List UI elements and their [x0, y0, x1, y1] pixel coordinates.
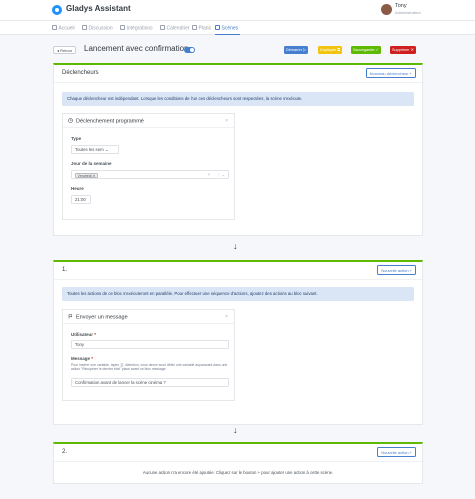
duplicate-button[interactable]: Dupliquer ⧉ — [318, 46, 343, 54]
block-title-text: Déclenchement programmé — [76, 118, 144, 125]
nav-item-home[interactable]: Accueil — [52, 25, 75, 32]
weekday-select[interactable]: Vendredi ✕ × | ⌄ — [71, 170, 229, 179]
nav-item-maps[interactable]: Plans — [192, 25, 211, 32]
message-input[interactable]: Confirmation avant de lancer la scène ci… — [71, 378, 229, 387]
message-help-text: Pour insérer une variable, tapez '{{'. A… — [71, 363, 228, 371]
weekday-label: Jour de la semaine — [71, 161, 112, 166]
new-action-button[interactable]: Nouvelle action + — [377, 447, 416, 457]
action-group-2-card: 2. Nouvelle action + Aucune action n'a e… — [53, 442, 423, 484]
app-name[interactable]: Gladys Assistant — [66, 4, 131, 13]
user-select[interactable]: Tony — [71, 340, 229, 349]
empty-actions-text: Aucune action n'a encore été ajoutée. Cl… — [142, 470, 334, 475]
message-label: Message * — [71, 356, 94, 361]
nav-active-underline — [215, 34, 240, 35]
user-name[interactable]: Tony — [395, 3, 407, 9]
nav-label: Discussion — [88, 25, 113, 32]
block-title: Envoyer un message — [68, 314, 128, 321]
type-label: Type — [71, 136, 82, 141]
nav-label: Plans — [198, 25, 212, 32]
new-trigger-button[interactable]: Nouveau déclencheur + — [365, 68, 416, 78]
save-button[interactable]: Sauvegarder ✓ — [351, 46, 381, 54]
map-icon — [192, 25, 197, 30]
new-action-button[interactable]: Nouvelle action + — [377, 265, 416, 275]
user-label: Utilisateur * — [71, 332, 97, 337]
triggers-card: Déclencheurs Nouveau déclencheur + Chaqu… — [53, 63, 423, 236]
arrow-down-icon: ↓ — [233, 241, 238, 251]
clock-icon — [68, 118, 73, 123]
nav-label: Calendrier — [166, 25, 190, 32]
time-input[interactable]: 21:00 — [71, 195, 91, 204]
nav-label: Accueil — [58, 25, 75, 32]
delete-button[interactable]: Supprimer ✕ — [390, 46, 416, 54]
divider — [63, 127, 234, 128]
chevron-down-icon[interactable]: ⌄ — [221, 171, 225, 178]
nav-label: Intégrations — [126, 25, 153, 32]
clear-icon[interactable]: × — [207, 171, 210, 178]
nav-label: Scènes — [221, 25, 239, 32]
nav-item-calendar[interactable]: Calendrier — [160, 25, 190, 32]
close-icon[interactable]: × — [225, 314, 228, 320]
actions-info-alert: Toutes les actions de ce bloc s'exécuter… — [62, 287, 414, 301]
flag-icon — [68, 314, 73, 319]
close-icon[interactable]: × — [225, 118, 228, 124]
nav-item-integrations[interactable]: Intégrations — [120, 25, 153, 32]
block-title-text: Envoyer un message — [76, 314, 128, 321]
user-label-text: Utilisateur — [71, 332, 94, 337]
send-message-block: Envoyer un message × Utilisateur * Tony … — [62, 309, 235, 401]
action-group-1-card: 1. Nouvelle action + Toutes les actions … — [53, 260, 423, 425]
scheduled-trigger-block: Déclenchement programmé × Type Toutes le… — [62, 113, 235, 220]
separator: | — [217, 172, 219, 177]
gladys-logo-icon[interactable] — [52, 5, 62, 15]
triggers-title: Déclencheurs — [62, 70, 99, 76]
nav-item-chat[interactable]: Discussion — [82, 25, 113, 32]
play-icon — [215, 25, 220, 30]
divider — [63, 323, 234, 324]
time-label: Heure — [71, 186, 84, 191]
divider — [54, 279, 422, 280]
calendar-icon — [160, 25, 165, 30]
top-bar: Gladys Assistant Tony Administrateur — [0, 0, 475, 21]
chat-icon — [82, 25, 87, 30]
grid-icon — [120, 25, 125, 30]
action-group-1-title: 1. — [62, 267, 68, 273]
user-role: Administrateur — [395, 10, 421, 15]
divider — [54, 461, 422, 462]
scene-active-toggle[interactable] — [184, 47, 195, 53]
weekday-tag[interactable]: Vendredi ✕ — [75, 172, 99, 178]
action-group-2-title: 2. — [62, 449, 68, 455]
back-button[interactable]: ◂ Retour — [53, 46, 77, 54]
scene-title: Lancement avec confirmation — [84, 44, 189, 53]
nav-item-scenes[interactable]: Scènes — [215, 25, 238, 32]
start-button[interactable]: Démarrer ▷ — [284, 46, 309, 54]
avatar[interactable] — [381, 4, 392, 15]
triggers-info-alert: Chaque déclencheur est indépendant. Lors… — [62, 92, 414, 106]
main-nav: Accueil Discussion Intégrations Calendri… — [0, 21, 475, 35]
block-title: Déclenchement programmé — [68, 118, 144, 125]
type-select[interactable]: Toutes les sem ⌄ — [71, 145, 119, 154]
divider — [54, 82, 422, 83]
home-icon — [52, 25, 57, 30]
arrow-down-icon: ↓ — [233, 425, 238, 435]
message-label-text: Message — [71, 356, 91, 361]
